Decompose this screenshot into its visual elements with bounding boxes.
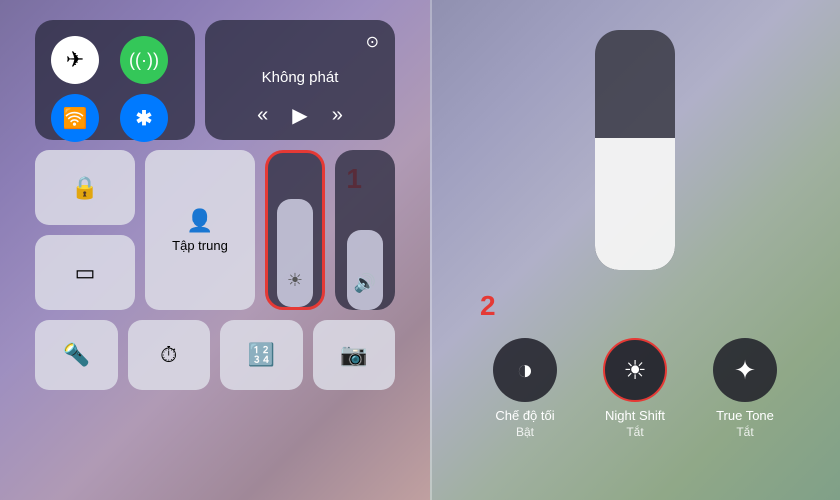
left-panel: ✈ ((·)) 🛜 ✱ ⊙ Không phát « [0,0,430,500]
media-controls: « ▶ » [221,103,379,128]
camera-icon: 📷 [340,342,367,368]
airplane-button[interactable]: ✈ [51,36,99,84]
calculator-icon: 🔢 [248,342,275,368]
wifi-icon: 🛜 [63,106,88,131]
bottom-row: 🔦 ⏱ 🔢 📷 [35,320,395,390]
connectivity-box: ✈ ((·)) 🛜 ✱ [35,20,195,140]
small-buttons: 🔒 ▭ [35,150,135,310]
brightness-fill [595,138,675,270]
screen-mirror-button[interactable]: ▭ [35,235,135,310]
brightness-icon: ☀ [287,270,303,291]
top-row: ✈ ((·)) 🛜 ✱ ⊙ Không phát « [35,20,395,140]
night-shift-label: Night Shift [605,408,665,423]
brightness-expanded-slider[interactable] [595,30,675,270]
night-shift-sublabel: Tắt [626,425,643,439]
true-tone-icon: ✦ [734,355,756,386]
middle-row: 🔒 ▭ 👤 Tập trung ☀ 1 🔊 [35,150,395,310]
dark-mode-sublabel: Bật [516,425,534,439]
play-button[interactable]: ▶ [292,103,307,128]
step2-label: 2 [480,290,496,322]
dark-mode-label: Chế độ tối [495,408,554,423]
airplay-icon[interactable]: ⊙ [366,32,379,52]
right-panel: 2 ◑ Chế độ tối Bật ☀ Night Shift Tắt ✦ T… [430,0,840,500]
sliders-area: ☀ 1 🔊 [265,150,395,310]
camera-button[interactable]: 📷 [313,320,396,390]
focus-icon: 👤 [186,208,213,234]
focus-label: Tập trung [172,238,228,253]
prev-button[interactable]: « [257,104,268,127]
airplane-icon: ✈ [66,47,84,73]
screen-lock-button[interactable]: 🔒 [35,150,135,225]
timer-button[interactable]: ⏱ [128,320,211,390]
control-center: ✈ ((·)) 🛜 ✱ ⊙ Không phát « [35,20,395,480]
true-tone-item[interactable]: ✦ True Tone Tắt [700,338,790,439]
volume-icon: 🔊 [354,273,376,294]
mirror-icon: ▭ [75,260,96,286]
flashlight-button[interactable]: 🔦 [35,320,118,390]
brightness-slider[interactable]: ☀ 1 [265,150,325,310]
media-top: ⊙ [221,32,379,52]
divider [430,0,432,500]
bluetooth-button[interactable]: ✱ [120,94,168,142]
media-box: ⊙ Không phát « ▶ » [205,20,395,140]
cellular-button[interactable]: ((·)) [120,36,168,84]
calculator-button[interactable]: 🔢 [220,320,303,390]
flashlight-icon: 🔦 [63,342,90,368]
night-shift-item[interactable]: ☀ Night Shift Tắt [590,338,680,439]
dark-mode-circle: ◑ [493,338,557,402]
night-shift-circle: ☀ [603,338,667,402]
lock-rotation-icon: 🔒 [71,175,98,201]
wifi-button[interactable]: 🛜 [51,94,99,142]
night-shift-icon: ☀ [623,355,646,386]
focus-button[interactable]: 👤 Tập trung [145,150,255,310]
volume-slider[interactable]: 🔊 [335,150,395,310]
timer-icon: ⏱ [160,342,177,368]
media-title: Không phát [221,69,379,86]
bluetooth-icon: ✱ [136,106,153,131]
dark-mode-icon: ◑ [517,354,534,386]
true-tone-sublabel: Tắt [736,425,753,439]
true-tone-label: True Tone [716,408,774,423]
dark-mode-item[interactable]: ◑ Chế độ tối Bật [480,338,570,439]
next-button[interactable]: » [332,104,343,127]
true-tone-circle: ✦ [713,338,777,402]
cellular-icon: ((·)) [129,50,159,71]
bottom-icons-row: ◑ Chế độ tối Bật ☀ Night Shift Tắt ✦ Tru… [480,338,790,439]
